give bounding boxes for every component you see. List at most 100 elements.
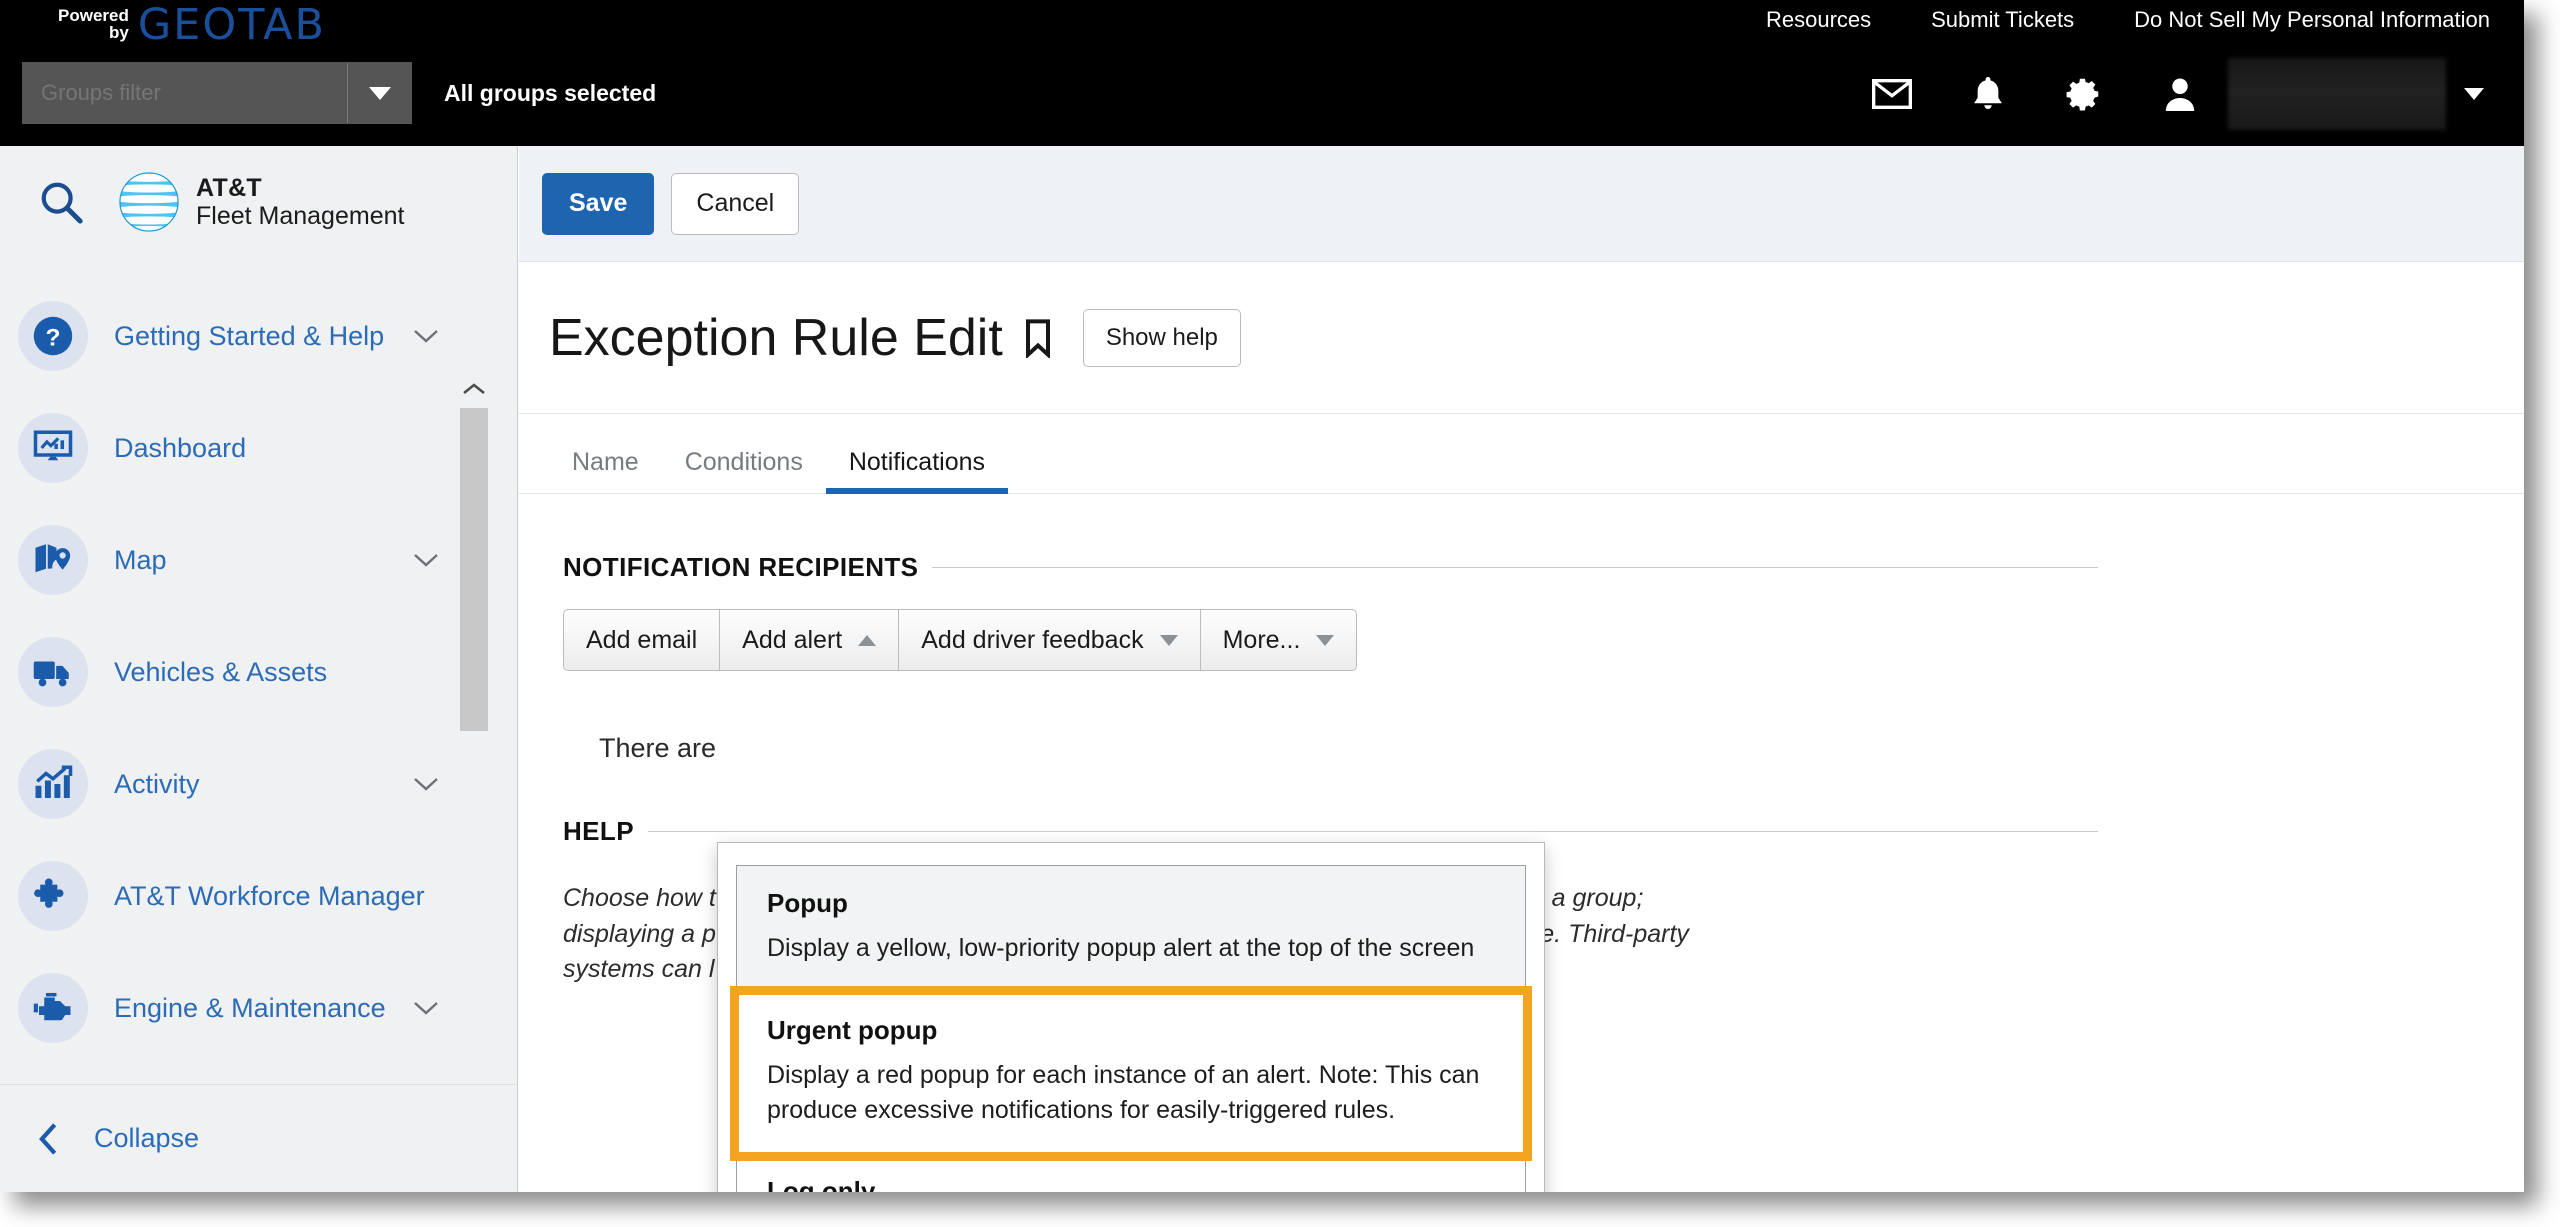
sidebar-item-label: Getting Started & Help (114, 320, 385, 351)
sidebar-item-label: Engine & Maintenance (114, 992, 386, 1023)
dropdown-option-title: Log only (767, 1176, 876, 1192)
sidebar-nav-scroll-area: ? Getting Started & Help Dashboard Map V… (0, 258, 517, 1078)
bell-icon[interactable] (1940, 59, 2036, 129)
gear-icon[interactable] (2036, 59, 2132, 129)
att-logo-line1: AT&T (196, 174, 262, 202)
add-driver-feedback-button[interactable]: Add driver feedback (898, 609, 1200, 671)
truck-icon (18, 637, 88, 707)
engine-icon (18, 973, 88, 1043)
page-title-row: Exception Rule Edit Show help (519, 262, 2524, 414)
sidebar-item-vehicles-assets[interactable]: Vehicles & Assets (0, 616, 517, 728)
show-help-button[interactable]: Show help (1082, 308, 1241, 367)
sidebar-collapse-button[interactable]: Collapse (0, 1084, 517, 1192)
sidebar-item-messages[interactable]: M (0, 1064, 517, 1078)
dropdown-inner-panel: Popup Display a yellow, low-priority pop… (730, 865, 1532, 1192)
sidebar-item-map[interactable]: Map (0, 504, 517, 616)
puzzle-icon (18, 861, 88, 931)
sidebar-item-dashboard[interactable]: Dashboard (0, 392, 517, 504)
dropdown-option-urgent-popup[interactable]: Urgent popup Display a red popup for eac… (730, 986, 1532, 1161)
top-link-submit-tickets[interactable]: Submit Tickets (1931, 6, 2074, 34)
dropdown-option-description: Display a red popup for each instance of… (767, 1061, 1480, 1124)
sidebar-item-label: AT&T Workforce Manager (114, 880, 425, 911)
tab-conditions[interactable]: Conditions (662, 448, 826, 493)
groups-filter-dropdown-button[interactable] (347, 63, 411, 123)
top-link-resources[interactable]: Resources (1766, 6, 1871, 34)
sidebar-scrollbar[interactable] (457, 374, 491, 1078)
dropdown-option-description: Display a yellow, low-priority popup ale… (767, 934, 1475, 962)
save-button[interactable]: Save (542, 172, 655, 235)
sidebar-item-label: Map (114, 544, 167, 575)
scroll-up-chevron-icon[interactable] (457, 374, 491, 404)
search-icon[interactable] (18, 179, 104, 225)
all-groups-selected-label: All groups selected (444, 79, 657, 106)
user-name-redacted (2228, 58, 2446, 130)
groups-filter-row: All groups selected (22, 62, 656, 124)
scrollbar-thumb[interactable] (460, 408, 488, 731)
dashboard-monitor-icon (18, 413, 88, 483)
add-alert-button[interactable]: Add alert (719, 609, 899, 671)
tab-name[interactable]: Name (549, 448, 662, 493)
dropdown-option-log-only[interactable]: Log only Log a notification in "My Notif… (737, 1154, 1525, 1192)
tab-bar: Name Conditions Notifications (519, 414, 2524, 494)
chevron-down-icon (368, 86, 391, 100)
chevron-down-icon (1159, 634, 1178, 646)
chevron-left-icon (28, 1122, 70, 1156)
cancel-button[interactable]: Cancel (671, 172, 800, 235)
powered-word: Powered (58, 6, 129, 25)
help-line-1-left: Choose how t (563, 884, 716, 912)
sidebar-item-activity[interactable]: Activity (0, 728, 517, 840)
scrollbar-track[interactable] (460, 408, 488, 1078)
by-word: by (109, 23, 129, 42)
recipient-action-button-group: Add email Add alert Add driver feedback … (563, 609, 2524, 671)
mail-icon[interactable] (1844, 59, 1940, 129)
add-alert-label: Add alert (742, 625, 843, 654)
add-email-label: Add email (586, 625, 698, 654)
section-divider (932, 567, 2098, 568)
chevron-down-icon[interactable] (413, 777, 439, 791)
bookmark-icon[interactable] (1023, 318, 1053, 358)
groups-filter-input[interactable] (23, 63, 347, 123)
sidebar-item-getting-started-help[interactable]: ? Getting Started & Help (0, 280, 517, 392)
powered-by-label: Powered by (58, 4, 129, 41)
collapse-label: Collapse (94, 1123, 200, 1153)
top-link-do-not-sell[interactable]: Do Not Sell My Personal Information (2134, 6, 2490, 34)
map-pin-icon (18, 525, 88, 595)
chevron-up-icon (858, 634, 877, 646)
sidebar-item-att-workforce-manager[interactable]: AT&T Workforce Manager (0, 840, 517, 952)
tab-notifications[interactable]: Notifications (825, 448, 1009, 494)
sidebar-item-label: Vehicles & Assets (114, 656, 328, 687)
add-alert-dropdown-menu: Popup Display a yellow, low-priority pop… (717, 842, 1545, 1192)
geotab-brand: Powered by GEOTAB (58, 0, 327, 50)
page-title: Exception Rule Edit (549, 308, 1003, 367)
help-line-3-left: systems can l (563, 955, 715, 983)
sidebar-item-label: Dashboard (114, 432, 247, 463)
add-driver-feedback-label: Add driver feedback (921, 625, 1144, 654)
groups-filter[interactable] (22, 62, 412, 124)
sidebar-item-engine-maintenance[interactable]: Engine & Maintenance (0, 952, 517, 1064)
dropdown-option-popup[interactable]: Popup Display a yellow, low-priority pop… (737, 866, 1525, 993)
chevron-down-icon[interactable] (413, 329, 439, 343)
top-nav-links: Resources Submit Tickets Do Not Sell My … (1766, 6, 2490, 34)
notification-recipients-section: NOTIFICATION RECIPIENTS Add email Add al… (519, 494, 2524, 1192)
att-logo-line2: Fleet Management (196, 202, 405, 230)
add-email-button[interactable]: Add email (563, 609, 720, 671)
dropdown-option-title: Popup (767, 888, 848, 918)
user-icon[interactable] (2132, 59, 2228, 129)
recipients-empty-message: There are (599, 733, 717, 763)
notification-recipients-header: NOTIFICATION RECIPIENTS (563, 552, 2098, 583)
chevron-down-icon[interactable] (413, 553, 439, 567)
svg-text:?: ? (46, 324, 61, 351)
user-menu-chevron-down-icon[interactable] (2446, 59, 2502, 129)
section-title: NOTIFICATION RECIPIENTS (563, 552, 919, 582)
geotab-wordmark: GEOTAB (137, 0, 327, 50)
bar-chart-icon (18, 749, 88, 819)
application-window: Powered by GEOTAB Resources Submit Ticke… (0, 0, 2524, 1192)
top-header-bar: Powered by GEOTAB Resources Submit Ticke… (0, 0, 2524, 146)
chevron-down-icon[interactable] (413, 1001, 439, 1015)
more-label: More... (1222, 625, 1301, 654)
dropdown-option-title: Urgent popup (767, 1015, 938, 1045)
more-button[interactable]: More... (1199, 609, 1358, 671)
action-toolbar: Save Cancel (519, 146, 2524, 262)
top-icon-tray (1844, 58, 2502, 130)
chevron-down-glyph (2464, 88, 2484, 100)
